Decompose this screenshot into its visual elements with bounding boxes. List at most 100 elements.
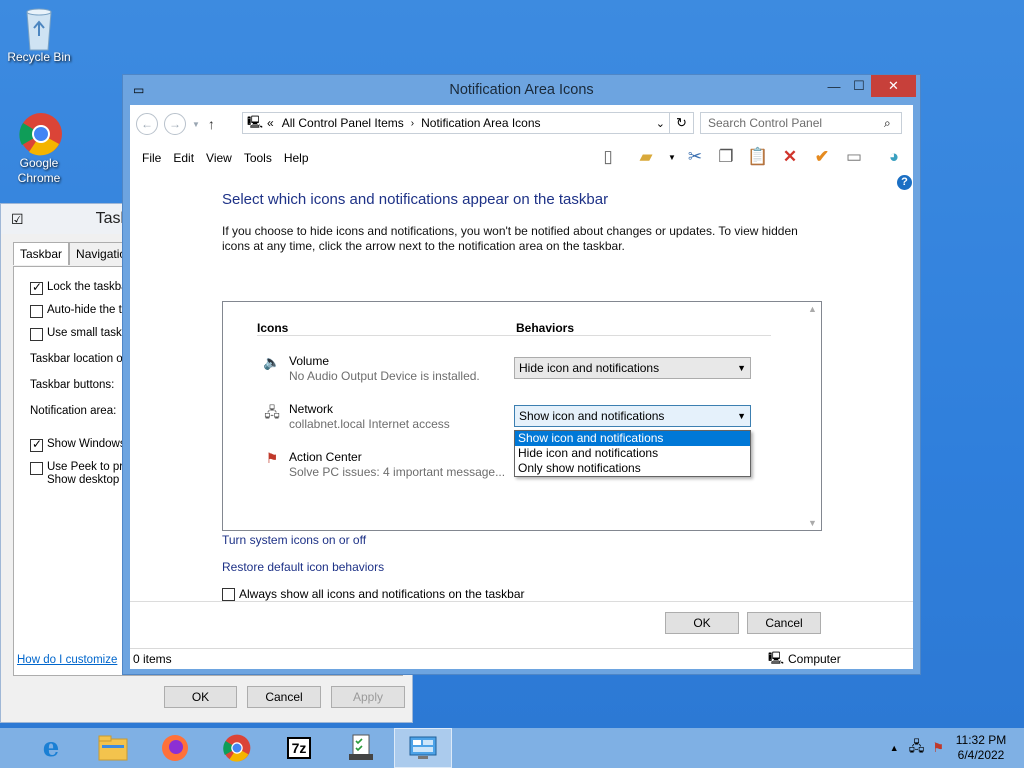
volume-behavior-select[interactable]: Hide icon and notifications ▼	[514, 357, 751, 379]
7zip-icon[interactable]: 7z	[270, 728, 328, 768]
option-show-icon-and-notifications[interactable]: Show icon and notifications	[515, 431, 750, 446]
small-buttons-option[interactable]: Use small taskba	[30, 327, 135, 341]
rename-icon[interactable]: ▭	[842, 145, 866, 169]
folder-options-icon[interactable]: ▰	[634, 145, 658, 169]
checkbox[interactable]	[30, 437, 43, 452]
action-center-tray-icon[interactable]: ⚑	[932, 740, 944, 756]
clock[interactable]: 11:32 PM 6/4/2022	[948, 733, 1014, 763]
lock-taskbar-option[interactable]: Lock the taskbar	[30, 280, 131, 295]
item-status-action-center: Solve PC issues: 4 important message...	[289, 465, 506, 479]
network-icon: 🖧	[264, 404, 280, 420]
help-icon[interactable]: ?	[897, 175, 912, 190]
checkbox[interactable]	[30, 280, 43, 295]
ok-button[interactable]: OK	[164, 686, 237, 708]
cancel-button[interactable]: Cancel	[747, 612, 821, 634]
computer-icon: 🖳	[768, 650, 785, 665]
forward-arrow-icon[interactable]: →	[164, 113, 186, 135]
task-manager-icon[interactable]	[332, 728, 390, 768]
ok-button[interactable]: OK	[665, 612, 739, 634]
minimize-button[interactable]: —	[821, 75, 847, 97]
control-panel-icon[interactable]	[394, 728, 452, 768]
location-label: Computer	[788, 652, 841, 666]
properties-check-icon[interactable]: ✔	[810, 145, 834, 169]
column-behaviors: Behaviors	[516, 321, 575, 335]
menu-help[interactable]: Help	[278, 151, 315, 165]
window-title: Notification Area Icons	[449, 82, 594, 98]
desktop-icon-chrome[interactable]: Google Chrome	[1, 112, 77, 186]
navigation-bar: ← → ▼ ↑ 🖳 « All Control Panel Items › No…	[136, 111, 907, 137]
copy-icon[interactable]: ❐	[714, 145, 738, 169]
list-header: Icons Behaviors	[257, 321, 771, 336]
address-dropdown-icon[interactable]: ⌄	[656, 117, 665, 130]
breadcrumb-control-panel[interactable]: All Control Panel Items	[282, 116, 404, 130]
desktop-icon-label: Recycle Bin	[7, 50, 71, 64]
toolbar-dropdown-icon[interactable]: ▼	[660, 145, 684, 169]
network-behavior-select[interactable]: Show icon and notifications ▼	[514, 405, 751, 427]
main-content: Select which icons and notifications app…	[222, 191, 842, 601]
page-description: If you choose to hide icons and notifica…	[222, 224, 798, 253]
menu-view[interactable]: View	[200, 151, 238, 165]
back-arrow-icon[interactable]: ←	[136, 113, 158, 135]
up-arrow-icon[interactable]: ↑	[208, 116, 215, 132]
show-windows-store-option[interactable]: Show Windows S	[30, 437, 136, 452]
computer-icon: 🖳	[247, 114, 264, 129]
checkbox[interactable]	[30, 305, 43, 318]
option-only-show-notifications[interactable]: Only show notifications	[515, 461, 750, 476]
menu-tools[interactable]: Tools	[238, 151, 278, 165]
status-bar: 0 items 🖳 Computer	[130, 648, 913, 669]
page-heading: Select which icons and notifications app…	[222, 191, 609, 208]
chrome-icon[interactable]	[208, 728, 266, 768]
apply-button[interactable]: Apply	[331, 686, 405, 708]
menu-file[interactable]: File	[136, 151, 167, 165]
chrome-icon	[19, 112, 62, 156]
icons-listbox[interactable]: Icons Behaviors 🔈 Volume No Audio Output…	[222, 301, 822, 531]
volume-icon: 🔈	[263, 354, 281, 370]
internet-explorer-icon[interactable]: e	[22, 728, 80, 768]
breadcrumb-separator: ›	[410, 117, 415, 129]
auto-hide-option[interactable]: Auto-hide the ta	[30, 304, 128, 318]
file-explorer-icon[interactable]	[84, 728, 142, 768]
globe-icon[interactable]: ◕	[882, 145, 906, 169]
layout-pane-icon[interactable]: ▯	[596, 145, 620, 169]
show-hidden-icons-chevron-icon[interactable]: ▲	[890, 743, 899, 753]
maximize-button[interactable]: ☐	[847, 75, 871, 97]
checkbox[interactable]	[222, 588, 235, 601]
scroll-up-icon[interactable]: ▲	[808, 304, 817, 314]
search-input[interactable]: Search Control Panel	[700, 112, 902, 134]
customize-help-link[interactable]: How do I customize	[17, 654, 117, 666]
recent-pages-chevron-icon[interactable]: ▼	[192, 120, 200, 129]
delete-icon[interactable]: ✕	[778, 145, 802, 169]
option-hide-icon-and-notifications[interactable]: Hide icon and notifications	[515, 446, 750, 461]
taskbar-buttons-label: Taskbar buttons:	[30, 379, 115, 391]
use-peek-option[interactable]: Use Peek to prev Show desktop bu	[30, 461, 135, 487]
always-show-option[interactable]: Always show all icons and notifications …	[222, 587, 525, 601]
breadcrumb-notification-area[interactable]: Notification Area Icons	[421, 116, 540, 130]
tab-taskbar[interactable]: Taskbar	[13, 242, 70, 265]
breadcrumb-overflow[interactable]: «	[267, 116, 274, 130]
checkbox[interactable]	[30, 328, 43, 341]
firefox-icon[interactable]	[146, 728, 204, 768]
cancel-button[interactable]: Cancel	[247, 686, 321, 708]
item-count: 0 items	[133, 652, 172, 666]
item-name-action-center: Action Center	[289, 450, 362, 464]
close-button[interactable]: ✕	[871, 75, 916, 97]
scroll-down-icon[interactable]: ▼	[808, 518, 817, 528]
system-tray: ▲ 🖧 ⚑ 11:32 PM 6/4/2022	[890, 728, 1024, 768]
desktop-icon-recycle-bin[interactable]: Recycle Bin	[1, 6, 77, 64]
restore-defaults-link[interactable]: Restore default icon behaviors	[222, 560, 384, 574]
window-client: ← → ▼ ↑ 🖳 « All Control Panel Items › No…	[130, 105, 913, 669]
address-bar[interactable]: 🖳 « All Control Panel Items › Notificati…	[242, 112, 670, 134]
show-desktop-button[interactable]	[1014, 728, 1024, 768]
refresh-icon[interactable]: ↻	[670, 112, 694, 134]
paste-icon[interactable]: 📋	[746, 145, 770, 169]
menu-edit[interactable]: Edit	[167, 151, 200, 165]
behavior-dropdown-list: Show icon and notifications Hide icon an…	[514, 430, 751, 477]
list-scrollbar[interactable]: ▲ ▼	[805, 302, 821, 530]
network-tray-icon[interactable]: 🖧	[909, 736, 925, 760]
checkbox[interactable]	[30, 462, 43, 475]
turn-system-icons-link[interactable]: Turn system icons on or off	[222, 533, 366, 547]
tab-strip: Taskbar Navigation	[13, 242, 140, 265]
cut-icon[interactable]: ✂	[683, 145, 707, 169]
search-icon[interactable]: ⌕	[884, 116, 891, 131]
desktop-icon-label: Google Chrome	[17, 156, 61, 185]
